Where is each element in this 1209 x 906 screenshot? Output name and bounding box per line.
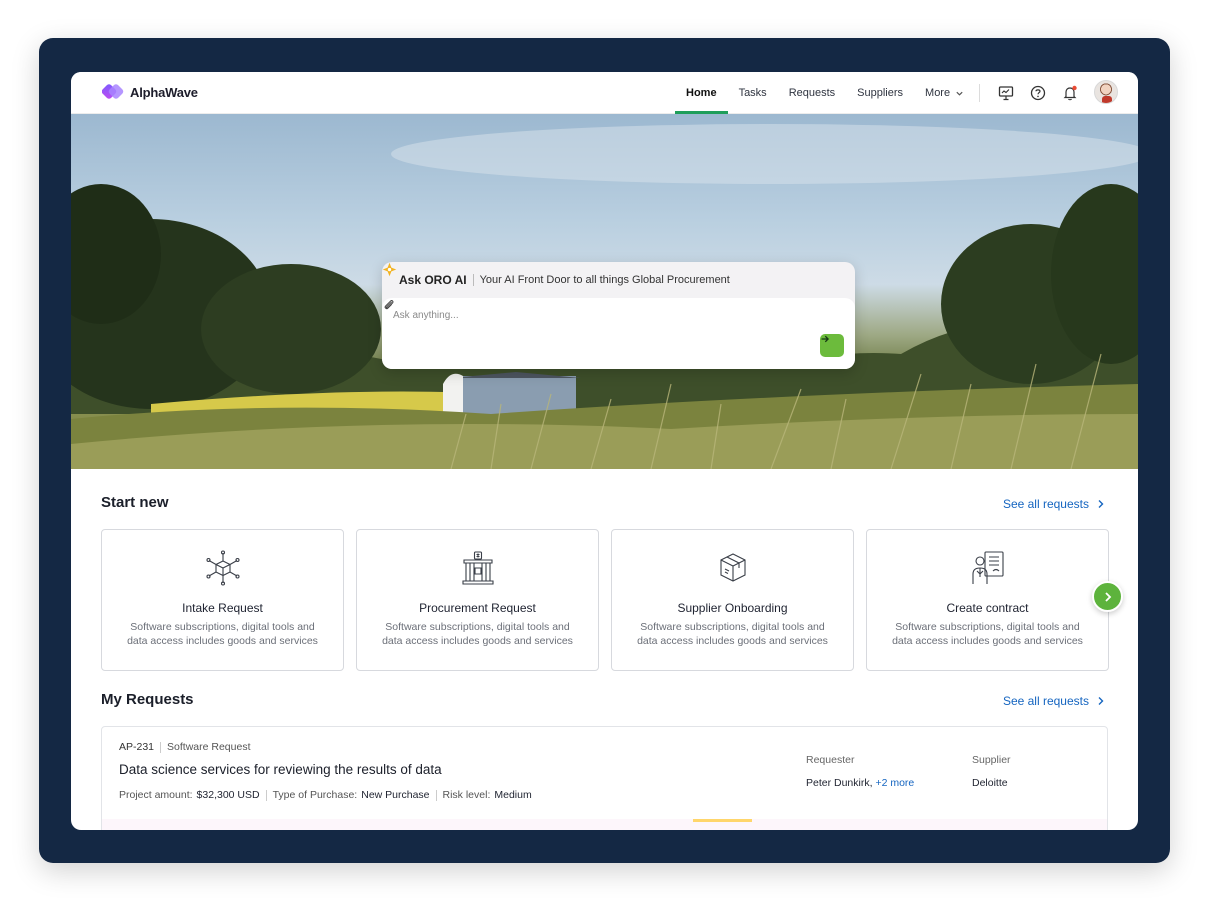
request-id-row: AP-231 Software Request: [119, 741, 251, 753]
purchase-type-label: Type of Purchase:: [272, 789, 358, 801]
arrow-right-icon: [821, 335, 830, 343]
supplier-column: Supplier Deloitte: [972, 754, 1011, 789]
requester-more-link[interactable]: +2 more: [875, 777, 914, 789]
nav-more[interactable]: More: [914, 72, 975, 114]
card-title: Supplier Onboarding: [677, 601, 788, 615]
ask-ai-header: Ask ORO AI Your AI Front Door to all thi…: [382, 262, 855, 298]
divider: [265, 789, 267, 801]
ask-ai-subtitle: Your AI Front Door to all things Global …: [479, 274, 730, 286]
nav-home[interactable]: Home: [675, 72, 728, 114]
ask-ai-input-area: [382, 298, 855, 369]
send-button[interactable]: [820, 334, 844, 357]
my-requests-title: My Requests: [101, 691, 194, 708]
status-tag: [693, 819, 752, 822]
carousel-next-button[interactable]: [1092, 581, 1123, 612]
ask-ai-title: Ask ORO AI: [399, 273, 467, 287]
ask-ai-divider: [472, 274, 474, 286]
card-title: Create contract: [946, 601, 1029, 615]
top-navigation: AlphaWave Home Tasks Requests Suppliers …: [71, 72, 1138, 114]
alphawave-logo-icon: [102, 84, 124, 99]
cube-network-icon: [206, 550, 240, 586]
bell-icon[interactable]: [1061, 84, 1079, 102]
ask-ai-input[interactable]: [393, 310, 773, 321]
card-description: Software subscriptions, digital tools an…: [382, 621, 573, 647]
supplier-label: Supplier: [972, 754, 1011, 766]
risk-level-value: Medium: [494, 789, 532, 801]
card-title: Intake Request: [182, 601, 263, 615]
see-all-requests-link-start[interactable]: See all requests: [1003, 497, 1105, 511]
request-id: AP-231: [119, 741, 155, 753]
request-meta: Project amount: $32,300 USD Type of Purc…: [119, 789, 532, 801]
avatar[interactable]: [1094, 80, 1118, 104]
start-new-title: Start new: [101, 494, 169, 511]
card-description: Software subscriptions, digital tools an…: [892, 621, 1083, 647]
card-description: Software subscriptions, digital tools an…: [637, 621, 828, 647]
bank-building-icon: [462, 551, 494, 585]
start-new-cards: Intake Request Software subscriptions, d…: [101, 529, 1109, 671]
logo-text: AlphaWave: [130, 84, 198, 100]
requester-value: Peter Dunkirk, +2 more: [806, 777, 914, 789]
logo[interactable]: AlphaWave: [102, 83, 198, 101]
card-procurement-request[interactable]: Procurement Request Software subscriptio…: [356, 529, 599, 671]
requester-label: Requester: [806, 754, 855, 766]
risk-level-label: Risk level:: [442, 789, 491, 801]
amount-label: Project amount:: [119, 789, 193, 801]
package-box-icon: [720, 553, 746, 582]
nav-divider: [979, 84, 980, 102]
chevron-down-icon: [956, 91, 963, 96]
contract-person-icon: [972, 551, 1004, 584]
chevron-right-icon: [1098, 500, 1104, 508]
app-screen: AlphaWave Home Tasks Requests Suppliers …: [71, 72, 1138, 830]
requester-name: Peter Dunkirk,: [806, 777, 873, 789]
card-supplier-onboarding[interactable]: Supplier Onboarding Software subscriptio…: [611, 529, 854, 671]
see-all-requests-link-mine[interactable]: See all requests: [1003, 694, 1105, 708]
divider: [435, 789, 437, 801]
presentation-icon[interactable]: [997, 84, 1015, 102]
nav-more-label: More: [925, 87, 951, 99]
see-all-label: See all requests: [1002, 497, 1089, 511]
card-intake-request[interactable]: Intake Request Software subscriptions, d…: [101, 529, 344, 671]
chevron-right-icon: [1098, 697, 1104, 705]
nav-requests[interactable]: Requests: [778, 72, 846, 114]
nav-suppliers[interactable]: Suppliers: [846, 72, 914, 114]
help-icon[interactable]: [1029, 84, 1047, 102]
card-create-contract[interactable]: Create contract Software subscriptions, …: [866, 529, 1109, 671]
attach-icon[interactable]: [382, 298, 396, 312]
see-all-label: See all requests: [1002, 694, 1089, 708]
request-type: Software Request: [167, 741, 251, 753]
request-card[interactable]: AP-231 Software Request Data science ser…: [101, 726, 1108, 830]
request-title[interactable]: Data science services for reviewing the …: [119, 762, 442, 777]
card-description: Software subscriptions, digital tools an…: [127, 621, 318, 647]
requester-column: Requester Peter Dunkirk, +2 more: [806, 754, 914, 789]
divider: [160, 741, 162, 753]
amount-value: $32,300 USD: [196, 789, 260, 801]
main-nav: Home Tasks Requests Suppliers More: [675, 72, 975, 114]
sparkle-icon: [382, 262, 397, 277]
request-next-row-hint: [102, 819, 1107, 830]
nav-tasks[interactable]: Tasks: [728, 72, 778, 114]
hero-banner: Ask ORO AI Your AI Front Door to all thi…: [71, 114, 1138, 469]
purchase-type-value: New Purchase: [361, 789, 430, 801]
chevron-right-icon: [1104, 591, 1111, 602]
supplier-value: Deloitte: [972, 777, 1008, 789]
card-title: Procurement Request: [419, 601, 536, 615]
ask-ai-panel: Ask ORO AI Your AI Front Door to all thi…: [382, 262, 855, 369]
